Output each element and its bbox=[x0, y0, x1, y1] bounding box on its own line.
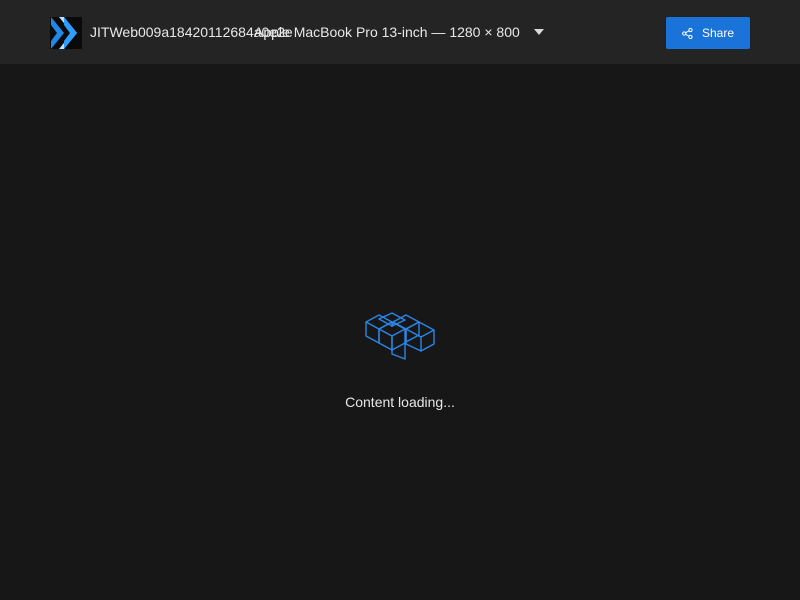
top-bar: JITWeb009a18420112684a0e2e Apple MacBook… bbox=[0, 0, 800, 64]
loading-boxes-icon bbox=[364, 311, 437, 360]
logo-icon[interactable] bbox=[50, 17, 82, 49]
share-label: Share bbox=[701, 26, 735, 40]
device-selector-label: Apple MacBook Pro 13-inch — 1280 × 800 bbox=[254, 24, 520, 40]
device-selector[interactable]: Apple MacBook Pro 13-inch — 1280 × 800 bbox=[254, 24, 520, 40]
share-icon bbox=[682, 27, 693, 39]
caret-down-icon[interactable] bbox=[534, 29, 544, 35]
loading-status-text: Content loading... bbox=[345, 394, 455, 410]
share-button[interactable]: Share bbox=[666, 17, 750, 49]
